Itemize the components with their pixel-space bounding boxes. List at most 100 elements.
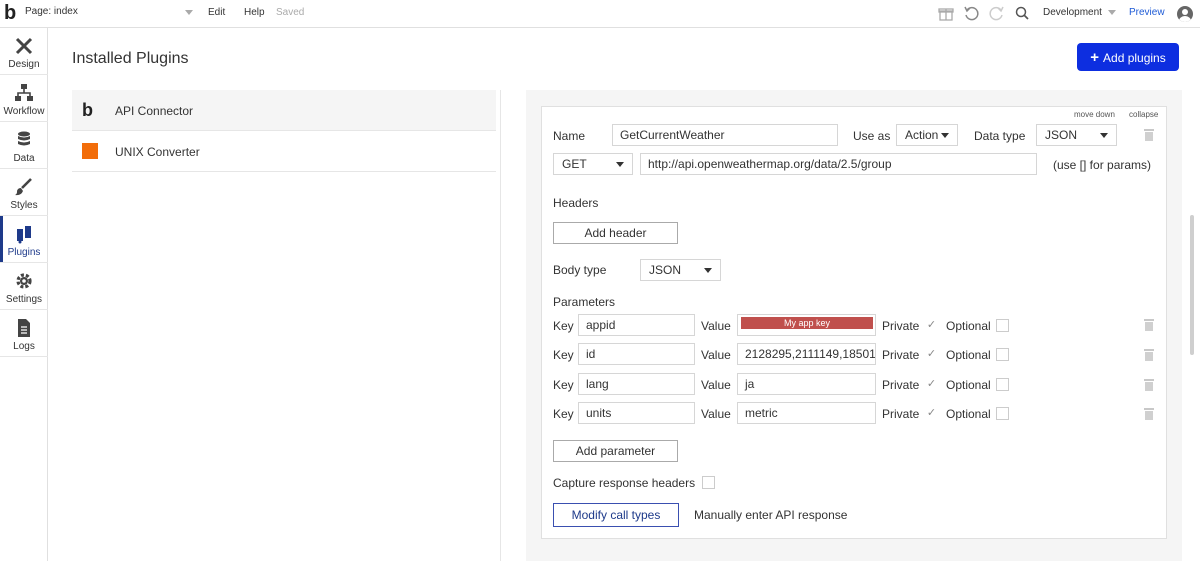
nav-item-data[interactable]: Data [0, 122, 48, 168]
left-nav: Design Workflow Data Styles Plugins Sett… [0, 28, 48, 561]
page-title: Installed Plugins [72, 50, 189, 67]
private-label: Private [882, 319, 920, 333]
saved-status: Saved [276, 7, 305, 18]
capture-headers-label: Capture response headers [553, 476, 696, 490]
chevron-down-icon [941, 133, 949, 138]
nav-item-label: Logs [13, 341, 35, 352]
nav-item-styles[interactable]: Styles [0, 169, 48, 215]
redo-icon[interactable] [988, 5, 1006, 23]
private-label: Private [882, 378, 920, 392]
manual-response-link[interactable]: Manually enter API response [694, 508, 847, 522]
body-type-label: Body type [553, 263, 607, 277]
plugin-name: API Connector [115, 104, 194, 118]
key-label: Key [553, 348, 574, 362]
private-label: Private [882, 407, 920, 421]
bubble-logo-icon: b [82, 100, 93, 120]
plus-icon: + [1090, 48, 1100, 66]
move-down-link[interactable]: move down [1074, 110, 1115, 119]
param-value-input[interactable]: 2128295,2111149,185014 [737, 343, 876, 365]
private-label: Private [882, 348, 920, 362]
optional-checkbox[interactable] [996, 348, 1009, 361]
scrollbar[interactable] [1190, 215, 1194, 355]
use-as-dropdown[interactable]: Action [896, 124, 958, 146]
plugin-item-api-connector[interactable]: b API Connector [72, 90, 496, 131]
param-key-input[interactable]: lang [578, 373, 695, 395]
value-label: Value [701, 378, 731, 392]
private-check-icon[interactable]: ✓ [925, 378, 938, 391]
param-key-input[interactable]: id [578, 343, 695, 365]
param-value-input[interactable]: metric [737, 402, 876, 424]
call-name-input[interactable]: GetCurrentWeather [612, 124, 838, 146]
add-parameter-button[interactable]: Add parameter [553, 440, 678, 462]
body-type-dropdown[interactable]: JSON [640, 259, 721, 281]
unix-converter-icon [82, 143, 98, 159]
param-key-input[interactable]: appid [578, 314, 695, 336]
trash-icon[interactable] [1144, 379, 1154, 391]
chevron-down-icon [1100, 133, 1108, 138]
use-as-label: Use as [853, 129, 891, 143]
collapse-link[interactable]: collapse [1129, 110, 1158, 119]
redaction-note: My app key [741, 317, 873, 329]
private-check-icon[interactable]: ✓ [925, 407, 938, 420]
trash-icon[interactable] [1144, 319, 1154, 331]
param-value-input[interactable]: ja [737, 373, 876, 395]
plugin-name: UNIX Converter [115, 145, 200, 159]
private-check-icon[interactable]: ✓ [925, 319, 938, 332]
data-type-dropdown[interactable]: JSON [1036, 124, 1117, 146]
nav-item-design[interactable]: Design [0, 28, 48, 74]
trash-icon[interactable] [1144, 129, 1154, 141]
bubble-logo[interactable]: b [4, 3, 22, 23]
plugins-icon [14, 224, 34, 244]
add-plugins-button[interactable]: + Add plugins [1077, 43, 1179, 71]
search-icon[interactable] [1013, 5, 1031, 23]
body-type-value: JSON [649, 263, 682, 277]
chevron-down-icon [704, 268, 712, 273]
optional-label: Optional [946, 407, 991, 421]
preview-link[interactable]: Preview [1129, 7, 1165, 18]
optional-checkbox[interactable] [996, 378, 1009, 391]
plugin-item-unix-converter[interactable]: UNIX Converter [72, 131, 496, 172]
nav-item-label: Plugins [7, 247, 41, 258]
nav-item-label: Settings [5, 294, 43, 305]
optional-label: Optional [946, 378, 991, 392]
optional-checkbox[interactable] [996, 407, 1009, 420]
optional-label: Optional [946, 319, 991, 333]
add-header-button[interactable]: Add header [553, 222, 678, 244]
environment-selector[interactable]: Development [1043, 7, 1116, 18]
page-selector[interactable]: Page: index [25, 6, 193, 22]
chevron-down-icon [185, 10, 193, 15]
brush-icon [14, 177, 34, 197]
avatar[interactable] [1177, 6, 1193, 22]
param-key-input[interactable]: units [578, 402, 695, 424]
add-plugins-label: Add plugins [1103, 50, 1166, 65]
value-label: Value [701, 319, 731, 333]
method-dropdown[interactable]: GET [553, 153, 633, 175]
capture-headers-checkbox[interactable] [702, 476, 715, 489]
nav-item-label: Styles [10, 200, 38, 211]
nav-item-logs[interactable]: Logs [0, 310, 48, 356]
method-value: GET [562, 157, 587, 171]
nav-item-workflow[interactable]: Workflow [0, 75, 48, 121]
nav-item-label: Workflow [3, 106, 45, 117]
document-icon [14, 318, 34, 338]
value-label: Value [701, 348, 731, 362]
modify-call-types-button[interactable]: Modify call types [553, 503, 679, 527]
nav-item-settings[interactable]: Settings [0, 263, 48, 309]
trash-icon[interactable] [1144, 408, 1154, 420]
nav-item-label: Design [8, 59, 40, 70]
optional-checkbox[interactable] [996, 319, 1009, 332]
trash-icon[interactable] [1144, 349, 1154, 361]
name-label: Name [553, 129, 586, 143]
url-input[interactable]: http://api.openweathermap.org/data/2.5/g… [640, 153, 1037, 175]
undo-icon[interactable] [962, 5, 980, 23]
environment-label: Development [1043, 7, 1102, 18]
design-icon [14, 36, 34, 56]
key-label: Key [553, 319, 574, 333]
nav-item-plugins[interactable]: Plugins [0, 216, 48, 262]
edit-menu[interactable]: Edit [208, 7, 225, 18]
chevron-down-icon [616, 162, 624, 167]
private-check-icon[interactable]: ✓ [925, 348, 938, 361]
help-menu[interactable]: Help [244, 7, 265, 18]
database-icon [14, 130, 34, 150]
gift-icon[interactable] [937, 5, 955, 23]
